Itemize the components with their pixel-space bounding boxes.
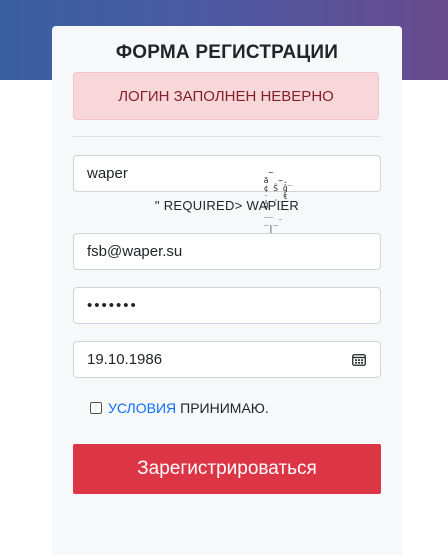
terms-checkbox[interactable] (90, 402, 102, 414)
login-field[interactable]: waper (73, 155, 381, 192)
email-field[interactable]: fsb@waper.su (73, 233, 381, 270)
password-value: ••••••• (87, 297, 138, 314)
error-alert: ЛОГИН ЗАПОЛНЕН НЕВЕРНО (73, 72, 379, 120)
email-value: fsb@waper.su (87, 243, 183, 260)
divider (73, 136, 381, 137)
password-field[interactable]: ••••••• (73, 287, 381, 324)
register-button[interactable]: Зарегистрироваться (73, 444, 381, 494)
calendar-icon[interactable] (352, 353, 366, 366)
terms-label: ПРИНИМАЮ. (180, 400, 269, 416)
birthdate-field[interactable]: 19.10.1986 (73, 341, 381, 378)
error-message: ЛОГИН ЗАПОЛНЕН НЕВЕРНО (118, 87, 334, 105)
page-title: ФОРМА РЕГИСТРАЦИИ (115, 42, 339, 63)
registration-card: ФОРМА РЕГИСТРАЦИИ ЛОГИН ЗАПОЛНЕН НЕВЕРНО… (52, 26, 402, 555)
login-value: waper (87, 165, 128, 182)
login-hint: " REQUIRED> WAPIER (154, 198, 300, 213)
terms-row: УСЛОВИЯ ПРИНИМАЮ. (90, 399, 269, 417)
terms-link[interactable]: УСЛОВИЯ (108, 400, 176, 416)
birthdate-value: 19.10.1986 (87, 351, 163, 368)
